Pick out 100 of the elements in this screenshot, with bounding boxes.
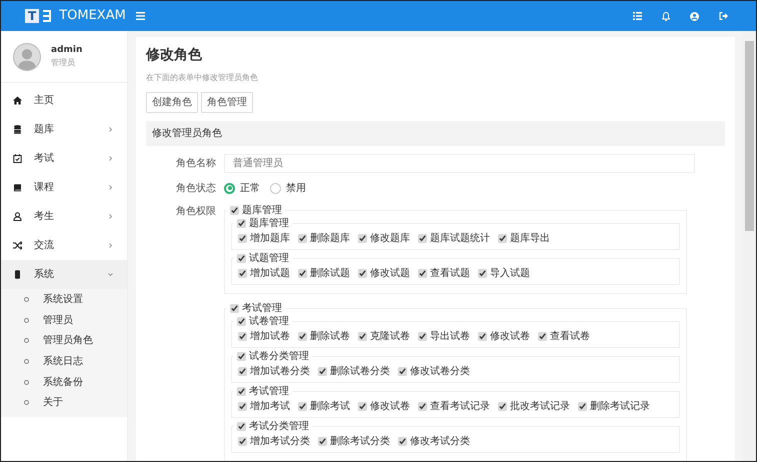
checkbox[interactable] xyxy=(318,366,327,376)
field-label: 角色名称 xyxy=(175,156,216,171)
shuffle-icon xyxy=(13,241,22,250)
bullet-icon xyxy=(24,358,29,364)
database-icon xyxy=(13,125,22,134)
checkbox[interactable] xyxy=(238,234,247,243)
checkbox-label: 导入试题 xyxy=(490,266,530,281)
input-field[interactable]: 普通管理员 xyxy=(224,154,695,173)
sidebar-item[interactable]: 系统 xyxy=(1,260,127,289)
checkbox[interactable] xyxy=(237,352,246,361)
checkbox-label: 题库导出 xyxy=(510,232,550,246)
checkbox[interactable] xyxy=(238,402,247,411)
checkbox[interactable] xyxy=(237,218,246,228)
checkbox-label: 修改试卷 xyxy=(490,330,530,344)
bullet-icon xyxy=(24,338,29,344)
checkbox-label: 考试管理 xyxy=(242,302,282,315)
checkbox-label: 删除考试分类 xyxy=(330,434,390,449)
checkbox[interactable] xyxy=(478,268,487,278)
checkbox[interactable] xyxy=(538,332,547,341)
checkbox[interactable] xyxy=(398,436,407,446)
menu-icon[interactable] xyxy=(136,12,145,20)
nav-button[interactable]: 创建角色 xyxy=(146,92,198,113)
checkbox-label: 修改试卷 xyxy=(370,400,410,414)
nav-button[interactable]: 角色管理 xyxy=(201,92,253,113)
checkbox[interactable] xyxy=(358,234,367,243)
checkbox-label: 增加试卷 xyxy=(250,330,290,344)
checkbox[interactable] xyxy=(418,332,427,341)
checkbox-label: 克隆试卷 xyxy=(370,330,410,344)
checkbox[interactable] xyxy=(237,316,246,326)
submenu-item[interactable]: 管理员角色 xyxy=(1,330,127,352)
checkbox-label: 修改试题 xyxy=(370,266,410,281)
checkbox-label: 考试分类管理 xyxy=(249,420,309,433)
checkbox[interactable] xyxy=(418,402,427,411)
checkbox[interactable] xyxy=(418,268,427,278)
submenu-item[interactable]: 管理员 xyxy=(1,310,127,330)
page-title: 修改角色 xyxy=(146,47,203,64)
list-icon[interactable] xyxy=(633,12,642,20)
checkbox[interactable] xyxy=(230,206,239,215)
checkbox[interactable] xyxy=(418,234,427,243)
radio-label: 禁用 xyxy=(286,182,306,196)
page-subtitle: 在下面的表单中修改管理员角色 xyxy=(146,72,259,84)
bullet-icon xyxy=(24,380,29,385)
checkbox[interactable] xyxy=(578,402,587,411)
checkbox[interactable] xyxy=(498,402,507,411)
checkbox[interactable] xyxy=(238,366,247,376)
book-icon xyxy=(13,183,22,192)
checkbox-label: 增加试题 xyxy=(250,266,290,281)
app-name: TOMEXAM xyxy=(59,7,126,26)
submenu-item[interactable]: 系统备份 xyxy=(1,372,127,392)
checkbox-label: 题库管理 xyxy=(242,204,282,217)
checkbox[interactable] xyxy=(298,402,307,411)
checkbox[interactable] xyxy=(238,436,247,446)
bell-icon[interactable] xyxy=(662,12,670,20)
checkbox[interactable] xyxy=(498,234,507,243)
checkbox[interactable] xyxy=(237,254,246,263)
field-label: 角色权限 xyxy=(175,204,216,219)
checkbox[interactable] xyxy=(358,402,367,411)
bullet-icon xyxy=(24,318,29,323)
field-label: 角色状态 xyxy=(175,182,216,196)
checkbox[interactable] xyxy=(298,268,307,278)
scrollbar[interactable] xyxy=(743,31,756,461)
checkbox[interactable] xyxy=(237,386,246,396)
checkbox[interactable] xyxy=(298,332,307,341)
radio-button[interactable] xyxy=(224,182,235,194)
chevron-right-icon xyxy=(108,243,113,248)
section-header: 修改管理员角色 xyxy=(146,120,725,146)
submenu-item[interactable]: 系统日志 xyxy=(1,351,127,372)
checkbox-label: 删除试卷分类 xyxy=(330,364,390,379)
checkbox[interactable] xyxy=(237,422,246,431)
checkbox[interactable] xyxy=(318,436,327,446)
checkbox-label: 删除试题 xyxy=(310,266,350,281)
logo-mark: T xyxy=(25,9,40,23)
checkbox-label: 试卷分类管理 xyxy=(249,350,309,363)
checkbox-label: 查看考试记录 xyxy=(430,400,490,414)
checkbox-label: 修改题库 xyxy=(370,232,410,246)
checkbox-label: 试卷管理 xyxy=(249,314,289,328)
checkbox[interactable] xyxy=(298,234,307,243)
checkbox[interactable] xyxy=(478,332,487,341)
phone-icon xyxy=(13,270,22,279)
checkbox[interactable] xyxy=(358,268,367,278)
user-icon[interactable] xyxy=(690,12,699,20)
chevron-right-icon xyxy=(108,214,113,219)
checkbox[interactable] xyxy=(358,332,367,341)
checkbox-label: 题库试题统计 xyxy=(430,232,490,246)
checkbox-label: 考试管理 xyxy=(249,384,289,398)
checkbox[interactable] xyxy=(398,366,407,376)
checkbox-label: 增加考试分类 xyxy=(250,434,310,449)
radio-label: 正常 xyxy=(240,182,260,196)
checkbox[interactable] xyxy=(238,332,247,341)
checkbox[interactable] xyxy=(230,304,239,313)
checkbox-label: 试题管理 xyxy=(249,252,289,265)
bullet-icon xyxy=(24,400,29,406)
checkbox-label: 导出试卷 xyxy=(430,330,470,344)
radio-button[interactable] xyxy=(270,182,281,194)
submenu-item[interactable]: 关于 xyxy=(1,392,127,414)
submenu-item[interactable]: 系统设置 xyxy=(1,289,127,310)
checkbox-label: 修改考试分类 xyxy=(410,434,470,449)
checkbox[interactable] xyxy=(238,268,247,278)
logout-icon[interactable] xyxy=(719,12,728,20)
chevron-right-icon xyxy=(108,127,113,132)
